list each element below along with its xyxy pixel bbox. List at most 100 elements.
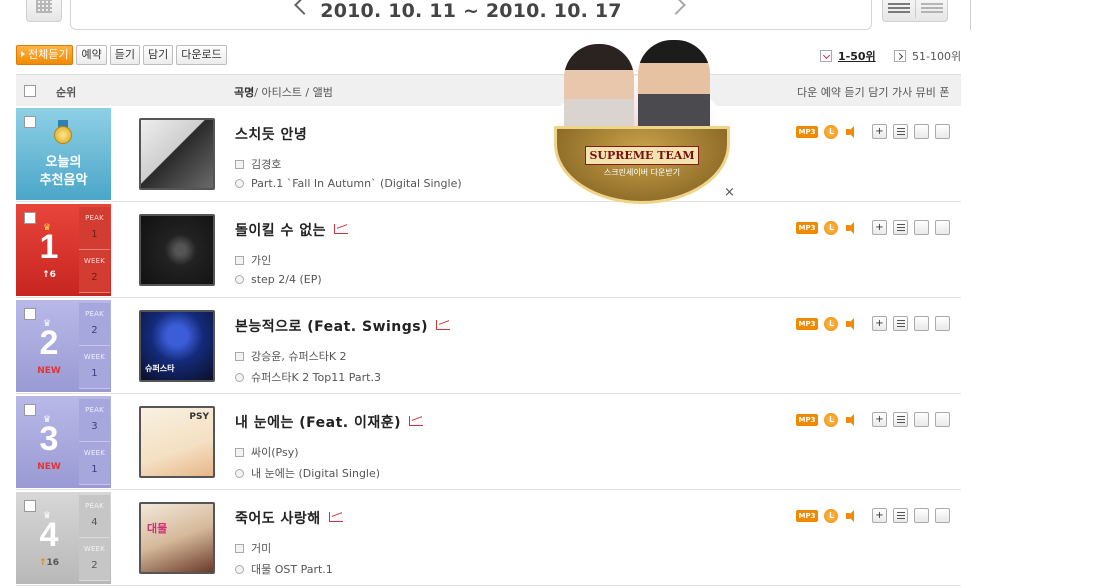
music-video-icon[interactable] — [914, 220, 929, 235]
artist-link[interactable]: 싸이(Psy) — [235, 444, 299, 460]
view-toggle — [882, 0, 948, 22]
mp3-download-icon[interactable]: MP3 — [796, 510, 818, 522]
mp3-download-icon[interactable]: MP3 — [796, 414, 818, 426]
music-video-icon[interactable] — [914, 412, 929, 427]
add-plus-icon[interactable]: + — [872, 124, 887, 139]
add-plus-icon[interactable]: + — [872, 220, 887, 235]
reserve-clock-icon[interactable] — [824, 509, 838, 523]
song-title[interactable]: 돌이킬 수 없는 — [235, 220, 349, 240]
album-link[interactable]: 대물 OST Part.1 — [235, 561, 333, 577]
rank-number: 3 — [39, 420, 59, 458]
chart-trend-icon[interactable] — [328, 512, 343, 522]
song-title[interactable]: 죽어도 사랑해 — [235, 508, 343, 528]
lyrics-icon[interactable] — [893, 124, 908, 139]
range-51-100-link[interactable]: 51-100위 — [894, 48, 961, 64]
song-title[interactable]: 본능적으로 (Feat. Swings) — [235, 316, 451, 336]
reserve-clock-icon[interactable] — [824, 413, 838, 427]
row-checkbox[interactable] — [24, 116, 36, 128]
rank-number: 1 — [39, 228, 59, 266]
rank-change: NEW — [37, 366, 61, 376]
calendar-button[interactable] — [26, 0, 62, 22]
artist-album-header: / 아티스트 / 앨범 — [254, 86, 333, 99]
compact-view-icon[interactable] — [921, 1, 943, 13]
phone-icon[interactable] — [935, 412, 950, 427]
cover-text: 슈퍼스타 — [145, 364, 175, 373]
chart-trend-icon[interactable] — [436, 320, 451, 330]
reserve-clock-icon[interactable] — [824, 317, 838, 331]
lyrics-icon[interactable] — [893, 316, 908, 331]
row-checkbox[interactable] — [24, 404, 36, 416]
album-cover[interactable]: 슈퍼스타 — [139, 310, 215, 382]
music-video-icon[interactable] — [914, 316, 929, 331]
music-video-icon[interactable] — [914, 508, 929, 523]
recommend-label-line1: 오늘의 — [45, 155, 82, 170]
mp3-download-icon[interactable]: MP3 — [796, 126, 818, 138]
peak-cell: PEAK 4 — [79, 495, 110, 538]
close-icon[interactable]: × — [724, 185, 735, 200]
download-button[interactable]: 다운로드 — [176, 45, 227, 65]
album-name: 대물 OST Part.1 — [251, 563, 333, 576]
artist-link[interactable]: 거미 — [235, 540, 271, 556]
peak-value: 1 — [91, 229, 98, 240]
peak-label: PEAK — [85, 502, 104, 510]
phone-icon[interactable] — [935, 220, 950, 235]
artist-link[interactable]: 강승윤, 슈퍼스타K 2 — [235, 348, 347, 364]
peak-value: 2 — [91, 325, 98, 336]
chevron-right-icon — [894, 50, 906, 62]
promo-banner[interactable]: SUPREME TEAM 스크린세이버 다운받기 × — [546, 40, 741, 210]
promo-badge[interactable]: SUPREME TEAM 스크린세이버 다운받기 — [554, 126, 730, 204]
mp3-download-icon[interactable]: MP3 — [796, 318, 818, 330]
row-checkbox[interactable] — [24, 212, 36, 224]
album-cover[interactable] — [139, 214, 215, 286]
row-checkbox[interactable] — [24, 500, 36, 512]
album-link[interactable]: 내 눈에는 (Digital Single) — [235, 465, 380, 481]
lyrics-icon[interactable] — [893, 412, 908, 427]
listen-speaker-icon[interactable] — [845, 317, 859, 331]
album-cover[interactable] — [139, 118, 215, 190]
reserve-button[interactable]: 예약 — [76, 45, 107, 65]
song-title[interactable]: 내 눈에는 (Feat. 이재훈) — [235, 412, 424, 432]
range-1-50-link[interactable]: 1-50위 — [820, 48, 876, 64]
album-icon — [235, 469, 244, 478]
reserve-clock-icon[interactable] — [824, 221, 838, 235]
lyrics-icon[interactable] — [893, 508, 908, 523]
listen-speaker-icon[interactable] — [845, 125, 859, 139]
phone-icon[interactable] — [935, 508, 950, 523]
chart-trend-icon[interactable] — [334, 224, 349, 234]
select-all-checkbox[interactable] — [24, 85, 36, 97]
list-view-icon[interactable] — [888, 1, 910, 13]
artist-link[interactable]: 가인 — [235, 252, 271, 268]
listen-speaker-icon[interactable] — [845, 509, 859, 523]
reserve-clock-icon[interactable] — [824, 125, 838, 139]
rank-box: ♛ 4 ↑16 PEAK 4 WEEK 2 — [16, 492, 111, 584]
song-title-text: 내 눈에는 (Feat. 이재훈) — [235, 415, 402, 431]
album-link[interactable]: step 2/4 (EP) — [235, 273, 322, 286]
album-cover[interactable]: PSY — [139, 406, 215, 478]
listen-speaker-icon[interactable] — [845, 413, 859, 427]
add-plus-icon[interactable]: + — [872, 316, 887, 331]
peak-cell: PEAK 3 — [79, 399, 110, 442]
week-cell: WEEK 2 — [79, 250, 110, 293]
phone-icon[interactable] — [935, 316, 950, 331]
week-value: 1 — [91, 368, 98, 379]
add-button[interactable]: 담기 — [142, 45, 174, 65]
row-checkbox[interactable] — [24, 308, 36, 320]
chart-trend-icon[interactable] — [409, 416, 424, 426]
play-all-button[interactable]: 전체듣기 — [16, 45, 74, 65]
song-title[interactable]: 스치듯 안녕 — [235, 124, 307, 144]
song-title-text: 스치듯 안녕 — [235, 127, 308, 143]
album-cover[interactable]: 대물 — [139, 502, 215, 574]
listen-button[interactable]: 듣기 — [109, 45, 140, 65]
song-header: 곡명 — [234, 86, 255, 99]
lyrics-icon[interactable] — [893, 220, 908, 235]
action-bar: 전체듣기 예약 듣기 담기 다운로드 — [16, 45, 227, 65]
add-plus-icon[interactable]: + — [872, 412, 887, 427]
mp3-download-icon[interactable]: MP3 — [796, 222, 818, 234]
listen-speaker-icon[interactable] — [845, 221, 859, 235]
album-link[interactable]: 슈퍼스타K 2 Top11 Part.3 — [235, 369, 381, 385]
artist-link[interactable]: 김경호 — [235, 156, 281, 172]
phone-icon[interactable] — [935, 124, 950, 139]
add-plus-icon[interactable]: + — [872, 508, 887, 523]
music-video-icon[interactable] — [914, 124, 929, 139]
album-link[interactable]: Part.1 `Fall In Autumn` (Digital Single) — [235, 177, 462, 190]
